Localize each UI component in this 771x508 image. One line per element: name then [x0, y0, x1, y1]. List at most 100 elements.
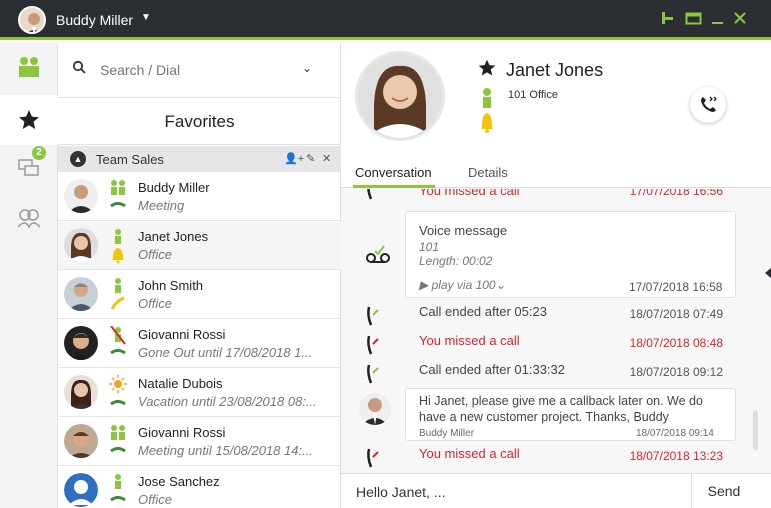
presence-on-call-icon: [110, 278, 125, 310]
nav-favorites[interactable]: [0, 95, 58, 145]
nav-groups[interactable]: [0, 193, 58, 243]
contact-name: Jose Sanchez: [138, 474, 220, 489]
expand-panel-arrow-icon[interactable]: [765, 268, 771, 278]
missed-call-icon: [367, 448, 379, 468]
nav-chats[interactable]: 2: [0, 143, 58, 193]
history-text: You missed a call: [419, 189, 520, 198]
history-text: Call ended after 01:33:32: [419, 362, 565, 377]
contact-row[interactable]: Giovanni Rossi Gone Out until 17/08/2018…: [58, 320, 341, 368]
contact-avatar: [64, 375, 98, 409]
call-ended-icon: [367, 306, 379, 326]
collapse-group-icon[interactable]: ▲: [70, 151, 86, 167]
voice-date: 17/07/2018 16:58: [629, 280, 723, 294]
contact-status: Meeting until 15/08/2018 14:...: [138, 443, 313, 458]
send-button[interactable]: Send: [691, 474, 756, 508]
contact-name: John Smith: [138, 278, 204, 293]
profile-name: Janet Jones: [506, 60, 604, 80]
search-bar: ⌄: [58, 43, 341, 98]
tab-conversation[interactable]: Conversation: [355, 165, 432, 180]
remove-group-icon[interactable]: ✕: [322, 152, 331, 165]
contact-status: Meeting: [138, 198, 185, 213]
nav-contacts[interactable]: [0, 43, 58, 93]
contact-row[interactable]: Natalie Dubois Vacation until 23/08/2018…: [58, 369, 341, 417]
presence-meeting-icon: [110, 180, 126, 208]
favorite-star-icon[interactable]: [477, 58, 497, 78]
contact-name: Giovanni Rossi: [138, 425, 226, 440]
contact-avatar: [64, 179, 98, 213]
contacts-panel: ⌄ Favorites ▲ Team Sales 👤+ ✎ ✕ Buddy Mi…: [58, 43, 341, 508]
group-header[interactable]: ▲ Team Sales 👤+ ✎ ✕: [58, 146, 341, 172]
left-navigation: 2: [0, 43, 58, 508]
contact-row[interactable]: Giovanni Rossi Meeting until 15/08/2018 …: [58, 418, 341, 466]
profile-header: Janet Jones 101 Office Conversation Deta…: [341, 43, 771, 188]
edit-group-icon[interactable]: ✎: [306, 152, 315, 165]
minimize-icon[interactable]: [708, 10, 728, 30]
contact-name: Janet Jones: [138, 229, 209, 244]
call-button[interactable]: [690, 87, 726, 123]
search-dropdown-chevron-icon[interactable]: ⌄: [302, 61, 312, 75]
presence-ringing-icon: [481, 88, 493, 133]
search-input[interactable]: [100, 59, 300, 81]
contact-row[interactable]: Jose Sanchez Office: [58, 467, 341, 508]
voice-length: Length: 00:02: [419, 254, 493, 268]
presence-vacation-icon: [109, 375, 127, 406]
user-avatar[interactable]: [18, 6, 46, 34]
history-text: You missed a call: [419, 333, 520, 348]
history-text: You missed a call: [419, 446, 520, 461]
search-icon: [72, 60, 86, 74]
contact-name: Giovanni Rossi: [138, 327, 226, 342]
contact-status: Office: [138, 492, 172, 507]
history-row: You missed a call 18/07/2018 08:48: [341, 332, 771, 358]
restore-window-icon[interactable]: [684, 10, 704, 30]
close-icon[interactable]: [730, 10, 750, 30]
history-row: You missed a call 18/07/2018 13:23: [341, 445, 771, 471]
sender-avatar: [359, 393, 391, 425]
voicemail-icon: [366, 245, 390, 263]
user-menu-caret-icon[interactable]: ▼: [141, 12, 151, 23]
group-icon: [17, 209, 41, 229]
contact-status: Office: [138, 296, 172, 311]
history-date: 18/07/2018 13:23: [629, 449, 723, 463]
history-date: 18/07/2018 07:49: [629, 307, 723, 321]
profile-extension: 101 Office: [508, 89, 558, 101]
chat-author: Buddy Miller: [419, 428, 475, 439]
chat-date: 18/07/2018 09:14: [636, 428, 714, 439]
presence-ringing-icon: [112, 229, 124, 264]
presence-available-icon: [110, 474, 126, 502]
contact-avatar: [64, 277, 98, 311]
compose-bar: Send: [341, 473, 771, 508]
add-contact-icon[interactable]: 👤+: [284, 152, 304, 165]
favorites-title: Favorites: [58, 99, 341, 145]
unread-badge: 2: [32, 146, 46, 160]
history-date: 17/07/2018 16:56: [629, 189, 723, 198]
group-name: Team Sales: [96, 152, 164, 167]
conversation-scrollbar[interactable]: [753, 410, 758, 450]
missed-call-icon: [367, 189, 373, 200]
call-ended-icon: [367, 364, 379, 384]
voice-message-card: Voice message 101 Length: 00:02 ▶ play v…: [405, 211, 736, 298]
contact-row[interactable]: Buddy Miller Meeting: [58, 173, 341, 221]
missed-call-icon: [367, 335, 379, 355]
tab-details[interactable]: Details: [468, 165, 508, 180]
contact-row[interactable]: Janet Jones Office: [58, 222, 341, 270]
message-input[interactable]: [355, 481, 665, 503]
voice-number: 101: [419, 240, 440, 254]
user-name[interactable]: Buddy Miller: [56, 12, 133, 28]
active-tab-indicator: [353, 185, 435, 188]
history-row: Call ended after 05:23 18/07/2018 07:49: [341, 303, 771, 329]
history-date: 18/07/2018 09:12: [629, 365, 723, 379]
conversation-pane: Janet Jones 101 Office Conversation Deta…: [341, 43, 771, 508]
contact-avatar: [64, 326, 98, 360]
contact-row[interactable]: John Smith Office: [58, 271, 341, 319]
play-voice-button[interactable]: ▶ play via 100⌄: [419, 278, 506, 292]
contact-status: Office: [138, 247, 172, 262]
contact-status: Vacation until 23/08/2018 08:...: [138, 394, 317, 409]
pin-icon[interactable]: [658, 10, 678, 30]
contact-avatar: [64, 473, 98, 507]
contact-avatar: [64, 228, 98, 262]
phone-call-icon: [701, 96, 717, 112]
chat-message-card: Hi Janet, please give me a callback late…: [405, 388, 736, 441]
profile-avatar: [355, 51, 445, 141]
star-icon: [19, 110, 39, 129]
contact-name: Buddy Miller: [138, 180, 210, 195]
